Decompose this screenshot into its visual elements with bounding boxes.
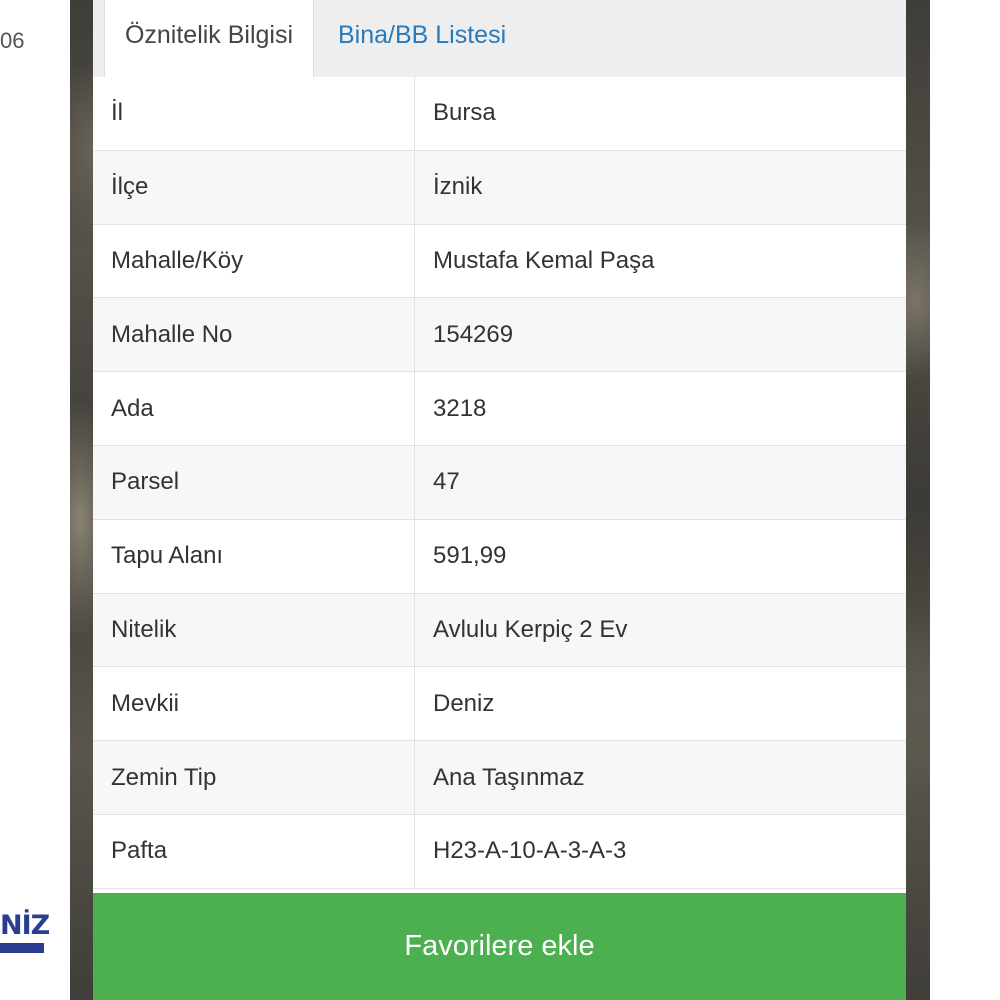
attribute-key: Tapu Alanı	[93, 519, 415, 593]
table-row: Parsel 47	[93, 445, 906, 520]
attribute-value: Avlulu Kerpiç 2 Ev	[433, 615, 628, 643]
logo-bar	[0, 943, 44, 953]
table-row: Zemin Tip Ana Taşınmaz	[93, 741, 906, 815]
add-to-favorites-button[interactable]: Favorilere ekle	[93, 893, 906, 1000]
table-row: İlçe İznik	[93, 150, 906, 225]
attribute-key: Ada	[93, 372, 415, 445]
table-row: Pafta H23-A-10-A-3-A-3	[93, 814, 906, 889]
left-background-strip: 06 NİZ	[0, 0, 70, 1000]
attribute-value: Deniz	[433, 689, 495, 717]
attribute-key: İlçe	[93, 150, 415, 224]
attribute-table: İl Bursa İlçe İznik Mahalle/Köy Mustafa Kemal…	[93, 77, 906, 889]
attribute-value: H23-A-10-A-3-A-3	[433, 837, 627, 865]
logo-text: NİZ	[0, 910, 50, 941]
attribute-key: Pafta	[93, 814, 415, 888]
attribute-value: 3218	[433, 394, 487, 422]
table-row: Nitelik Avlulu Kerpiç 2 Ev	[93, 593, 906, 668]
tab-attribute-info[interactable]: Öznitelik Bilgisi	[104, 0, 314, 78]
attribute-key: Zemin Tip	[93, 741, 415, 814]
attribute-value: Bursa	[433, 99, 496, 127]
tab-bar: Öznitelik Bilgisi Bina/BB Listesi	[93, 0, 906, 78]
table-row: Ada 3218	[93, 372, 906, 446]
attribute-value: Mustafa Kemal Paşa	[433, 246, 655, 274]
attribute-value: 591,99	[433, 542, 507, 570]
attribute-key: Nitelik	[93, 593, 415, 667]
company-logo: NİZ	[0, 912, 50, 968]
table-row: İl Bursa	[93, 77, 906, 151]
attribute-value: 154269	[433, 320, 514, 348]
attribute-value: İznik	[433, 173, 483, 201]
parcel-info-panel: Öznitelik Bilgisi Bina/BB Listesi İl Burs…	[93, 0, 906, 1000]
attribute-key: Mahalle/Köy	[93, 224, 415, 298]
table-row: Mahalle No 154269	[93, 298, 906, 373]
table-row: Tapu Alanı 591,99	[93, 519, 906, 594]
attribute-key: Mevkii	[93, 667, 415, 741]
attribute-key: İl	[93, 77, 415, 150]
tab-building-list[interactable]: Bina/BB Listesi	[338, 0, 506, 77]
table-row: Mevkii Deniz	[93, 667, 906, 742]
background-fragment-text: 06	[0, 28, 25, 53]
attribute-value: Ana Taşınmaz	[433, 763, 585, 791]
attribute-value: 47	[433, 468, 460, 496]
table-row: Mahalle/Köy Mustafa Kemal Paşa	[93, 224, 906, 299]
attribute-key: Mahalle No	[93, 298, 415, 372]
attribute-key: Parsel	[93, 445, 415, 519]
